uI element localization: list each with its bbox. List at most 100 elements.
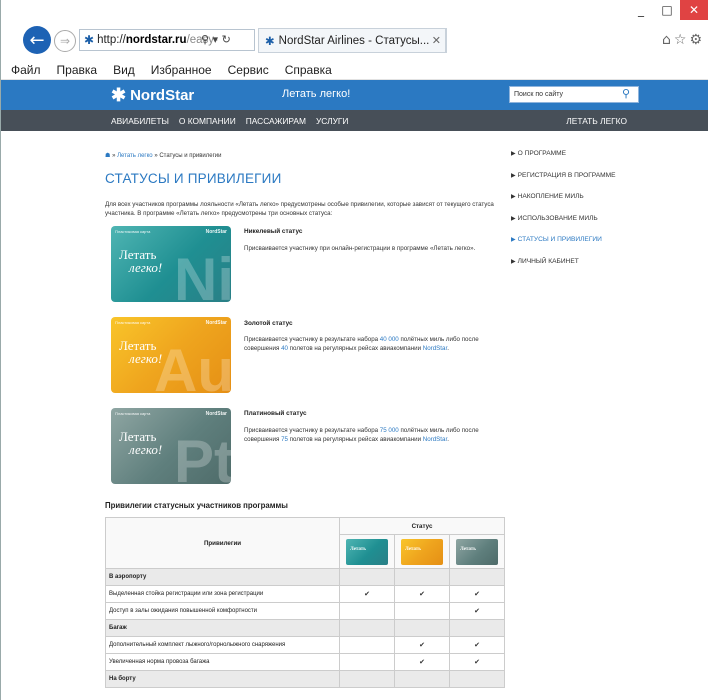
sidebar-item-label: ЛИЧНЫЙ КАБИНЕТ [517,257,579,265]
nav-passengers[interactable]: ПАССАЖИРАМ [246,116,306,126]
gold-column-header: Летать [394,534,450,569]
site-search-input[interactable]: Поиск по сайту ⚲ [509,86,639,103]
url-prefix: http:// [97,34,126,46]
tab-close-icon[interactable]: ✕ [432,34,441,47]
card-label: Пластиковая карта [115,320,151,325]
menu-help[interactable]: Справка [285,63,332,77]
status-title: Платиновый статус [244,410,307,417]
checkmark-icon: ✔ [449,653,505,671]
forward-button[interactable]: ⇒ [54,30,76,52]
empty-cell [394,602,450,620]
status-title: Золотой статус [244,320,293,327]
table-row: Увеличенная норма провоза багажа ✔ ✔ [105,653,505,671]
card-text-line1: Летать [405,546,421,552]
status-desc-text: Присваивается участнику в результате наб… [244,427,380,434]
sidebar-item-registration[interactable]: ▶ РЕГИСТРАЦИЯ В ПРОГРАММЕ [511,172,616,179]
breadcrumb-separator: » [154,153,158,159]
checkmark-icon: ✔ [394,585,450,603]
menu-file[interactable]: Файл [11,63,41,77]
breadcrumb-separator: » [112,153,116,159]
search-icon[interactable]: ⚲ [622,87,630,100]
sidebar-item-label: НАКОПЛЕНИЕ МИЛЬ [517,193,584,200]
breadcrumb: ☗ » Летать легко » Статусы и привилегии [105,152,222,159]
checkmark-icon: ✔ [449,585,505,603]
menu-view[interactable]: Вид [113,63,135,77]
status-desc: Присваивается участнику при онлайн-регис… [244,244,504,253]
tab-favicon-icon: ✱ [265,35,275,48]
breadcrumb-link[interactable]: Летать легко [117,153,153,159]
triangle-right-icon: ▶ [511,215,516,222]
sidebar-menu: ▶ О ПРОГРАММЕ ▶ РЕГИСТРАЦИЯ В ПРОГРАММЕ ▶ Н… [511,150,616,279]
checkmark-icon: ✔ [449,602,505,620]
section-label: На борту [105,670,340,688]
sidebar-item-about[interactable]: ▶ О ПРОГРАММЕ [511,150,616,157]
address-row: ← ⇒ ✱ http://nordstar.ru/easy- ⚲ ▾ ↻ ✱ N… [1,24,708,60]
card-element-letters: Pt [174,428,231,484]
menu-tools[interactable]: Сервис [228,63,269,77]
privilege-label: Дополнительный комплект лыжного/горнолыж… [105,636,340,654]
status-miles: 40 000 [379,336,399,343]
menu-favorites[interactable]: Избранное [151,63,212,77]
menu-edit[interactable]: Правка [57,63,98,77]
site-favicon-icon: ✱ [84,33,95,47]
company-name: NordStar [422,345,448,352]
section-cell [394,619,450,637]
back-button[interactable]: ← [23,26,51,54]
checkmark-icon: ✔ [339,585,395,603]
sidebar-item-cabinet[interactable]: ▶ ЛИЧНЫЙ КАБИНЕТ [511,258,616,265]
table-row: Выделенная стойка регистрации или зона р… [105,585,505,603]
address-search-refresh-icon[interactable]: ⚲ ▾ ↻ [201,33,231,46]
status-title: Никелевый статус [244,228,303,235]
nickel-card-thumbnail: Летать [346,538,388,565]
site-slogan: Летать легко! [282,88,351,100]
platinum-card-image: Пластиковая карта NordStar Летать легко! P… [111,408,231,484]
sidebar-item-label: РЕГИСТРАЦИЯ В ПРОГРАММЕ [517,171,616,179]
section-cell [394,568,450,586]
card-text-line1: Летать [460,546,476,552]
privilege-label: Увеличенная норма провоза багажа [105,653,340,671]
status-desc: Присваивается участнику в результате наб… [244,336,479,352]
triangle-right-icon: ▶ [511,258,516,265]
empty-cell [339,602,395,620]
card-element-letters: Au [154,337,231,393]
sidebar-item-label: ИСПОЛЬЗОВАНИЕ МИЛЬ [517,214,598,222]
star-logo-icon: ✱ [111,85,127,105]
status-desc-text: полетов на регулярных рейсах авиакомпани… [287,345,423,352]
gold-card-thumbnail: Летать [401,538,443,565]
nav-company[interactable]: О КОМПАНИИ [179,116,236,126]
minimize-button[interactable]: _ [628,0,654,20]
browser-window: _ □ ✕ ← ⇒ ✱ http://nordstar.ru/easy- ⚲ ▾… [0,0,708,700]
sidebar-item-using[interactable]: ▶ ИСПОЛЬЗОВАНИЕ МИЛЬ [511,215,616,222]
toolbar-icons[interactable]: ⌂☆⚙ [662,32,705,48]
table-section-row: Багаж [105,619,505,637]
sidebar-item-label: О ПРОГРАММЕ [517,150,567,157]
browser-tab[interactable]: ✱ NordStar Airlines - Статусы... ✕ [258,28,446,53]
status-flights: 40 [281,345,288,352]
empty-cell [339,653,395,671]
privileges-heading: Привилегии статусных участников программ… [105,501,288,510]
close-window-button[interactable]: ✕ [680,0,708,20]
table-row: Доступ в залы ожидания повышенной комфор… [105,602,505,620]
tab-title: NordStar Airlines - Статусы... [278,34,430,47]
sidebar-item-statuses[interactable]: ▶ СТАТУСЫ И ПРИВИЛЕГИИ [511,236,616,243]
table-section-row: На борту [105,670,505,688]
nav-services[interactable]: УСЛУГИ [316,116,348,126]
url-domain: nordstar.ru [125,34,187,46]
nav-fly-easy[interactable]: ЛЕТАТЬ ЛЕГКО [566,116,627,126]
maximize-button[interactable]: □ [654,0,680,20]
status-desc: Присваивается участнику в результате наб… [244,427,479,443]
menu-bar: Файл Правка Вид Избранное Сервис Справка [1,60,708,80]
home-icon[interactable]: ☗ [105,153,110,159]
site-logo[interactable]: ✱ NordStar [111,85,194,106]
nickel-column-header: Летать [339,534,395,569]
platinum-column-header: Летать [449,534,505,569]
sidebar-item-earning[interactable]: ▶ НАКОПЛЕНИЕ МИЛЬ [511,193,616,200]
platinum-card-thumbnail: Летать [456,538,498,565]
card-brand: NordStar [205,411,227,417]
privilege-label: Выделенная стойка регистрации или зона р… [105,585,340,603]
nav-tickets[interactable]: АВИАБИЛЕТЫ [111,116,169,126]
card-text-line2: легко! [129,442,163,457]
triangle-right-icon: ▶ [511,237,516,243]
card-label: Пластиковая карта [115,411,151,416]
card-element-letters: Ni [174,246,231,302]
